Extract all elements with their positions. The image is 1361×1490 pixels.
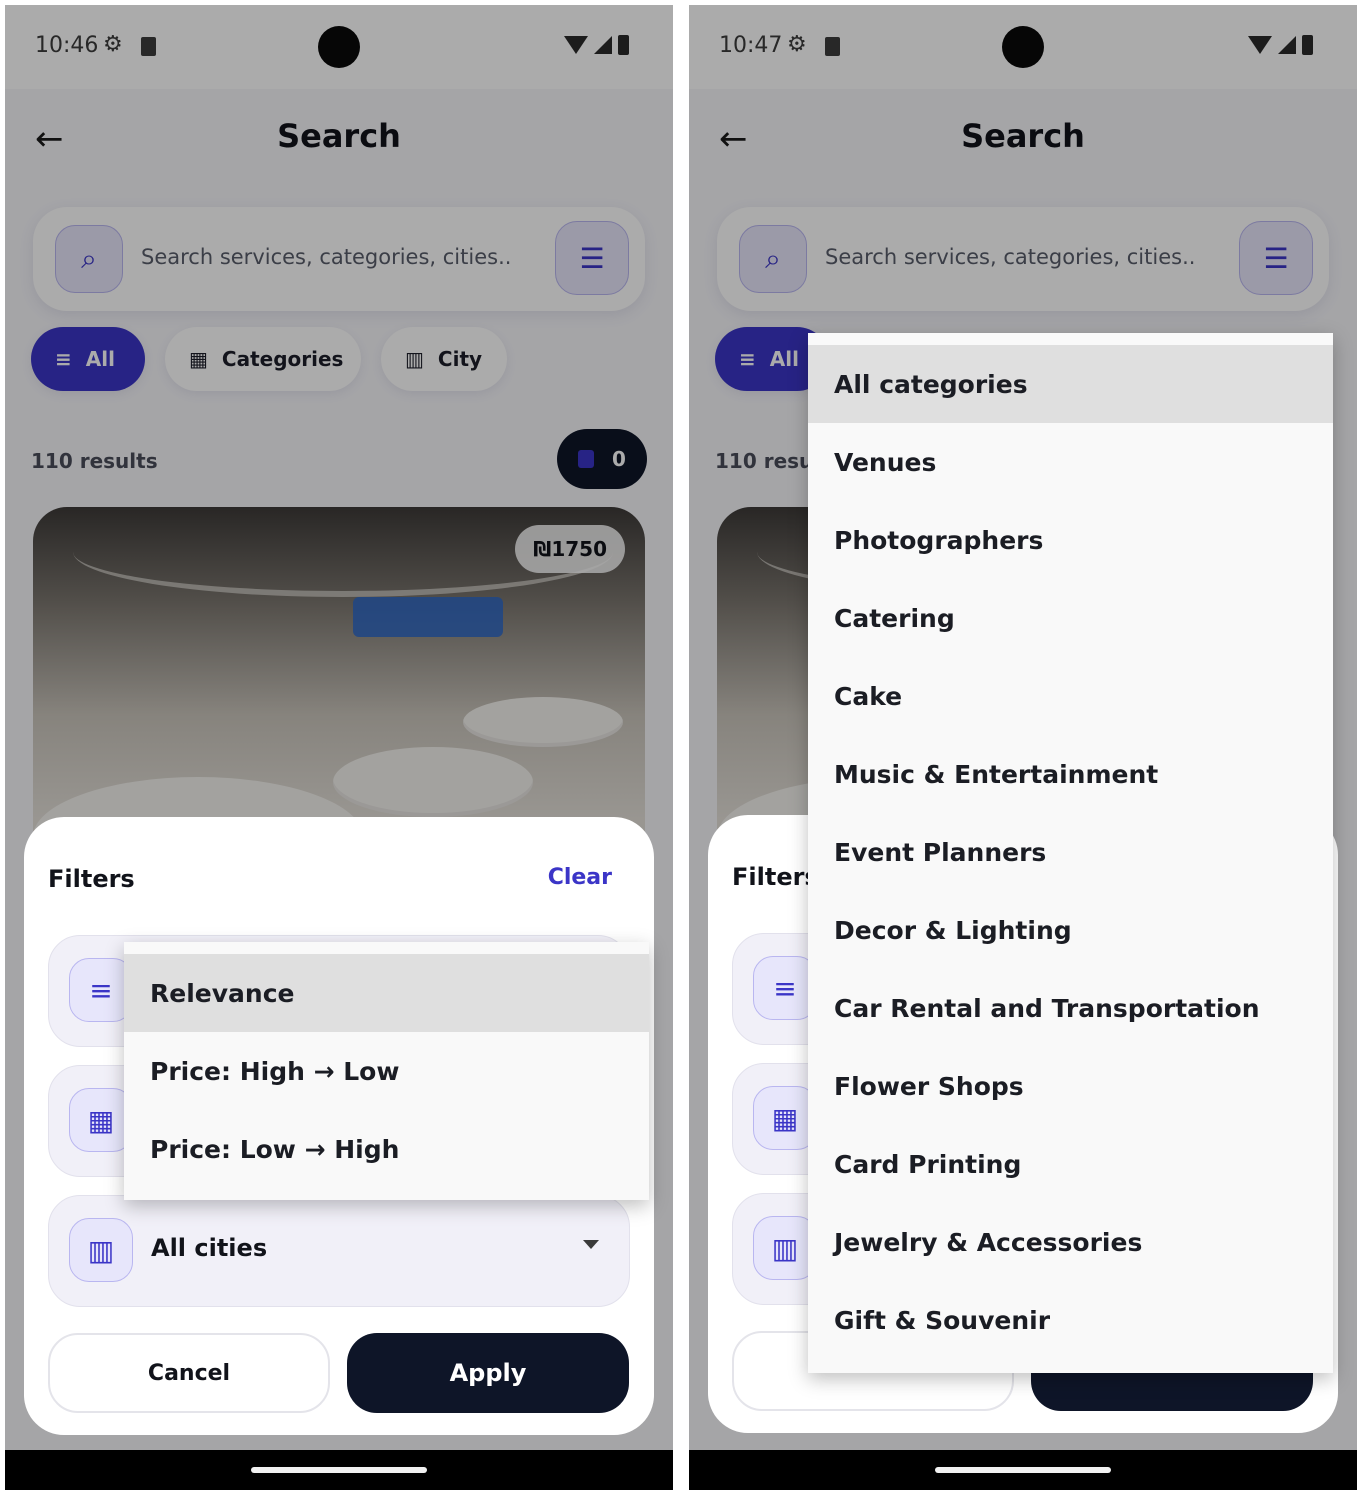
phone-screen-category-menu: 10:47 ⚙ ← Search ⌕ Search services, cate… (689, 5, 1357, 1490)
city-icon: ▥ (69, 1218, 133, 1282)
category-option[interactable]: Car Rental and Transportation (808, 969, 1333, 1047)
category-option[interactable]: Decor & Lighting (808, 891, 1333, 969)
category-option[interactable]: Card Printing (808, 1125, 1333, 1203)
home-handle[interactable] (251, 1467, 427, 1473)
sort-dropdown-menu: Relevance Price: High → Low Price: Low →… (124, 942, 649, 1200)
sort-option-price-high-low[interactable]: Price: High → Low (124, 1032, 649, 1110)
phone-screen-sort-menu: 10:46 ⚙ ← Search ⌕ Search services, cate… (5, 5, 673, 1490)
navigation-bar (689, 1450, 1357, 1490)
chevron-down-icon (583, 1240, 599, 1249)
sort-option-price-low-high[interactable]: Price: Low → High (124, 1110, 649, 1188)
filters-title: Filters (48, 865, 135, 893)
category-option[interactable]: Jewelry & Accessories (808, 1203, 1333, 1281)
city-value: All cities (151, 1234, 268, 1262)
category-option[interactable]: Event Planners (808, 813, 1333, 891)
category-option[interactable]: Music & Entertainment (808, 735, 1333, 813)
clear-button[interactable]: Clear (548, 865, 612, 890)
category-option[interactable]: Venues (808, 423, 1333, 501)
category-option[interactable]: Cake (808, 657, 1333, 735)
sort-option-relevance[interactable]: Relevance (124, 954, 649, 1032)
category-dropdown-menu: All categories Venues Photographers Cate… (808, 333, 1333, 1373)
category-option[interactable]: Gift & Souvenir (808, 1281, 1333, 1359)
apply-button[interactable]: Apply (347, 1333, 629, 1413)
category-option[interactable]: Flower Shops (808, 1047, 1333, 1125)
navigation-bar (5, 1450, 673, 1490)
filters-title: Filters (732, 863, 819, 891)
category-option[interactable]: Catering (808, 579, 1333, 657)
category-option[interactable]: Photographers (808, 501, 1333, 579)
cancel-button[interactable]: Cancel (48, 1333, 330, 1413)
category-option[interactable]: All categories (808, 345, 1333, 423)
city-field[interactable]: ▥ All cities (48, 1195, 630, 1307)
home-handle[interactable] (935, 1467, 1111, 1473)
